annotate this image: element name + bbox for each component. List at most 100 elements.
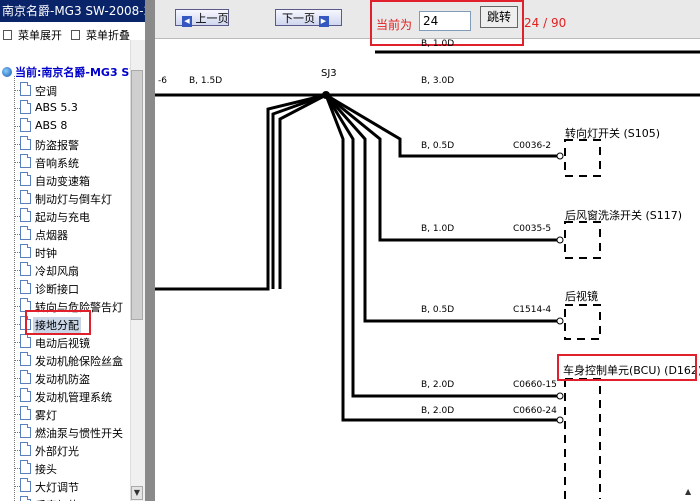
- prev-page-label: 上一页: [195, 12, 229, 25]
- branch-wire-label: B, 2.0D: [421, 406, 455, 416]
- tree-item-label: 空调: [35, 85, 57, 98]
- top-wire-label: B, 1.0D: [421, 39, 454, 49]
- tree-item-label: 制动灯与倒车灯: [35, 193, 112, 206]
- document-icon: [20, 226, 31, 240]
- scroll-up-arrow-icon[interactable]: ▲: [685, 487, 698, 499]
- bcu-highlight: [557, 354, 697, 381]
- component-outline-mirror: [564, 304, 601, 340]
- next-page-button[interactable]: 下一页 ▶: [275, 9, 342, 27]
- document-icon: [20, 262, 31, 276]
- tree-item-label: 接头: [35, 463, 57, 476]
- left-wire-fragment: -6: [158, 76, 167, 86]
- prev-page-button[interactable]: ◀ 上一页: [175, 9, 229, 27]
- tree-scrollbar-thumb[interactable]: [131, 70, 143, 320]
- tree-item-label: 起动与充电: [35, 211, 90, 224]
- branch-wire-label: B, 0.5D: [421, 305, 455, 315]
- connector-pin-5: [556, 416, 564, 424]
- document-icon: [20, 424, 31, 438]
- document-icon: [20, 190, 31, 204]
- tree-item-label: 音响系统: [35, 157, 79, 170]
- document-icon: [20, 496, 31, 501]
- tree-item-label: 冷却风扇: [35, 265, 79, 278]
- document-icon: [20, 118, 31, 132]
- tree-item-label: 发动机管理系统: [35, 391, 112, 404]
- left-tree-panel: 南京名爵-MG3 SW-2008-20 菜单展开 菜单折叠 当前:南京名爵-MG…: [0, 0, 145, 501]
- left-wire-label: B, 1.5D: [189, 76, 223, 86]
- menu-expand-label: 菜单展开: [18, 29, 62, 42]
- branch-wire-label: B, 2.0D: [421, 380, 455, 390]
- connector-pins: [556, 152, 564, 424]
- document-icon: [20, 478, 31, 492]
- scroll-down-arrow-icon[interactable]: ▼: [131, 486, 143, 500]
- arrow-left-icon: ◀: [182, 16, 192, 27]
- tree-item-label: ABS 8: [35, 119, 68, 132]
- document-icon: [20, 388, 31, 402]
- tree-root-current[interactable]: 当前:南京名爵-MG3 SW-: [2, 64, 145, 80]
- tree-item-label: 燃油泵与惯性开关: [35, 427, 123, 440]
- component-label: 后风窗洗涤开关 (S117): [565, 209, 683, 222]
- document-icon: [20, 370, 31, 384]
- menu-box-icon: [3, 30, 12, 40]
- document-icon: [20, 154, 31, 168]
- component-outlines: [564, 139, 601, 499]
- document-icon: [20, 244, 31, 258]
- tree-item-label: 雾灯: [35, 409, 57, 422]
- document-icon: [20, 280, 31, 294]
- branch-wire-label: B, 0.5D: [421, 141, 455, 151]
- tree-root-label: 当前:南京名爵-MG3 SW-: [15, 66, 145, 79]
- tree-item-label: 发动机防盗: [35, 373, 90, 386]
- connector-label: C0036-2: [513, 141, 552, 151]
- connector-label: C0660-24: [513, 406, 557, 416]
- globe-icon: [2, 67, 12, 77]
- selected-item-highlight: [25, 310, 91, 335]
- document-icon: [20, 100, 31, 114]
- wire-left-3: [278, 93, 327, 289]
- main-wire-label: B, 3.0D: [421, 76, 455, 86]
- connector-pin-4: [556, 392, 564, 400]
- tree-item-label: 自动变速箱: [35, 175, 90, 188]
- junction-dot: [322, 91, 330, 99]
- tree-item-label: 电动后视镜: [35, 337, 90, 350]
- component-outline-s105: [564, 139, 601, 177]
- document-icon: [20, 406, 31, 420]
- component-outline-bcu: [564, 378, 601, 499]
- tree-item-label: 后窗加热: [35, 497, 79, 501]
- jump-button[interactable]: 跳转: [480, 6, 518, 28]
- connector-label: C1514-4: [513, 305, 552, 315]
- panel-divider[interactable]: [145, 0, 155, 501]
- wire-branch-3: [324, 94, 558, 323]
- document-icon: [20, 172, 31, 186]
- component-label: 转向灯开关 (S105): [565, 127, 661, 140]
- connector-pin-2: [556, 236, 564, 244]
- connector-pin-1: [556, 152, 564, 160]
- current-page-label: 当前为: [376, 18, 413, 32]
- connector-label: C0660-15: [513, 380, 557, 390]
- menu-collapse-label: 菜单折叠: [86, 29, 130, 42]
- document-icon: [20, 334, 31, 348]
- document-icon: [20, 460, 31, 474]
- document-icon: [20, 442, 31, 456]
- menu-box-icon: [71, 30, 80, 40]
- menu-expand-button[interactable]: 菜单展开: [3, 27, 62, 43]
- next-page-label: 下一页: [282, 12, 315, 25]
- document-icon: [20, 82, 31, 96]
- tree-item-label: 外部灯光: [35, 445, 79, 458]
- tree-item-label: 大灯调节: [35, 481, 79, 494]
- wire-left-1: [155, 93, 327, 291]
- tree-item-label: 发动机舱保险丝盒: [35, 355, 123, 368]
- connector-label: C0035-5: [513, 224, 552, 234]
- page-number-input[interactable]: [419, 11, 471, 31]
- document-icon: [20, 136, 31, 150]
- component-label: 后视镜: [565, 290, 598, 303]
- tree-item-label: 防盗报警: [35, 139, 79, 152]
- wiring-diagram-svg: B, 1.0D: [155, 39, 700, 499]
- wiring-diagram: B, 1.0D -6 B, 1.5D SJ3 B, 3.0D B, 0.5D C…: [155, 39, 700, 501]
- arrow-right-icon: ▶: [318, 16, 329, 27]
- branch-wire-label: B, 1.0D: [421, 224, 455, 234]
- menu-collapse-button[interactable]: 菜单折叠: [71, 27, 130, 43]
- tree-item-label: 点烟器: [35, 229, 68, 242]
- tree-item-label: 诊断接口: [35, 283, 79, 296]
- document-icon: [20, 208, 31, 222]
- document-icon: [20, 352, 31, 366]
- junction-label: SJ3: [321, 68, 337, 79]
